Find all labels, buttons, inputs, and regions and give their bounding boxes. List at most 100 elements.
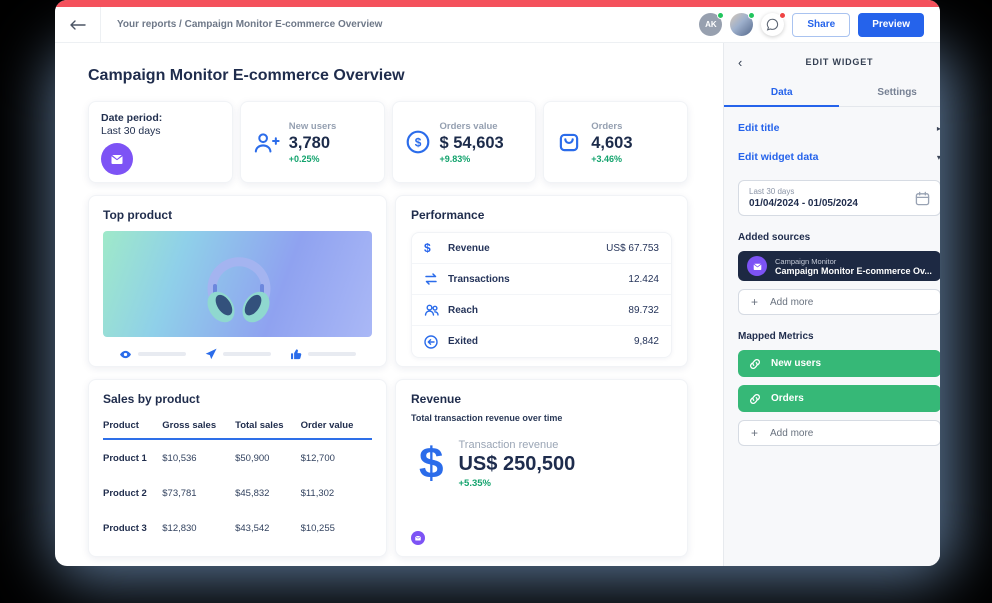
edit-widget-data-row[interactable]: Edit widget data ▾ xyxy=(738,151,940,163)
campaign-monitor-logo xyxy=(414,534,422,542)
panel-title: EDIT WIDGET xyxy=(806,57,874,67)
page-title: Campaign Monitor E-commerce Overview xyxy=(88,67,688,85)
add-more-label: Add more xyxy=(770,428,813,439)
add-more-label: Add more xyxy=(770,297,813,308)
performance-row: Transactions 12.424 xyxy=(412,264,671,295)
stat-card-orders-value[interactable]: $ Orders value $ 54,603 +9.83% xyxy=(392,101,537,183)
shopping-bag-icon xyxy=(556,129,582,155)
card-title: Sales by product xyxy=(103,392,372,406)
stat-card-new-users[interactable]: New users 3,780 +0.25% xyxy=(240,101,385,183)
campaign-monitor-logo-badge xyxy=(411,531,425,545)
metric-label: New users xyxy=(771,358,821,369)
comments-button[interactable] xyxy=(761,13,784,36)
column-header: Gross sales xyxy=(162,411,235,439)
cell-gross-sales: $10,536 xyxy=(162,439,235,475)
online-status-dot xyxy=(717,12,724,19)
panel-tabs: Data Settings xyxy=(724,79,940,107)
performance-row: $ Revenue US$ 67.753 xyxy=(412,233,671,264)
likes-meter xyxy=(290,348,356,360)
cell-product: Product 2 xyxy=(103,475,162,510)
metric-value: 89.732 xyxy=(628,305,659,316)
preview-button[interactable]: Preview xyxy=(858,13,924,37)
stat-delta: +0.25% xyxy=(289,154,337,164)
notification-dot xyxy=(779,12,786,19)
source-name: Campaign Monitor E-commerce Ov... xyxy=(775,266,932,276)
cell-product: Product 3 xyxy=(103,510,162,545)
column-header: Total sales xyxy=(235,411,300,439)
stat-card-orders[interactable]: Orders 4,603 +3.46% xyxy=(543,101,688,183)
metric-value: 12.424 xyxy=(628,274,659,285)
sales-by-product-card[interactable]: Sales by product Product Gross sales Tot… xyxy=(88,379,387,557)
performance-card[interactable]: Performance $ Revenue US$ 67.753 Transac… xyxy=(395,195,688,367)
report-canvas: Campaign Monitor E-commerce Overview Dat… xyxy=(55,43,723,566)
card-title: Performance xyxy=(411,208,672,222)
stat-label: Orders value xyxy=(440,121,504,132)
add-source-button[interactable]: + Add more xyxy=(738,289,940,315)
tab-data[interactable]: Data xyxy=(724,79,839,106)
dollar-icon: $ xyxy=(424,241,444,255)
date-range-value: 01/04/2024 - 01/05/2024 xyxy=(749,198,858,209)
metric-label: Reach xyxy=(448,305,478,316)
transfer-arrows-icon xyxy=(424,272,438,286)
performance-row: Exited 9,842 xyxy=(412,326,671,357)
back-button[interactable] xyxy=(55,7,101,42)
sales-table: Product Gross sales Total sales Order va… xyxy=(103,411,372,545)
chevron-left-icon[interactable]: ‹ xyxy=(738,56,742,69)
breadcrumb[interactable]: Your reports / Campaign Monitor E-commer… xyxy=(117,19,382,30)
tab-settings[interactable]: Settings xyxy=(839,79,940,106)
mapped-metric-new-users[interactable]: New users xyxy=(738,350,940,377)
metric-label: Transactions xyxy=(448,274,510,285)
table-header-row: Product Gross sales Total sales Order va… xyxy=(103,411,372,439)
stat-delta: +3.46% xyxy=(591,154,632,164)
online-status-dot xyxy=(748,12,755,19)
product-engagement-row xyxy=(103,348,372,360)
edit-widget-panel: ‹ EDIT WIDGET Data Settings Edit title ▸… xyxy=(723,43,940,566)
panel-header: ‹ EDIT WIDGET xyxy=(724,47,940,77)
meter-track xyxy=(308,352,356,356)
top-navigation-bar: Your reports / Campaign Monitor E-commer… xyxy=(55,7,940,43)
campaign-monitor-logo xyxy=(109,151,125,167)
user-add-icon xyxy=(253,131,280,154)
meter-track xyxy=(138,352,186,356)
product-image xyxy=(103,231,372,337)
date-preset-label: Last 30 days xyxy=(749,187,858,196)
revenue-card[interactable]: Revenue Total transaction revenue over t… xyxy=(395,379,688,557)
cell-gross-sales: $12,830 xyxy=(162,510,235,545)
avatar-photo[interactable] xyxy=(730,13,753,36)
link-icon xyxy=(749,393,761,405)
source-provider: Campaign Monitor xyxy=(775,257,932,266)
share-button[interactable]: Share xyxy=(792,13,850,37)
metric-label: Revenue xyxy=(448,243,490,254)
edit-title-link[interactable]: Edit title xyxy=(738,122,779,134)
people-icon xyxy=(424,303,439,317)
metric-label: Exited xyxy=(448,336,478,347)
stat-value: 3,780 xyxy=(289,134,337,153)
metric-value: US$ 67.753 xyxy=(606,243,659,254)
table-row: Product 3 $12,830 $43,542 $10,255 xyxy=(103,510,372,545)
calendar-icon xyxy=(915,191,930,206)
edit-title-row[interactable]: Edit title ▸ xyxy=(738,122,940,134)
campaign-monitor-logo-badge xyxy=(101,143,133,175)
performance-list: $ Revenue US$ 67.753 Transactions 12.424… xyxy=(411,232,672,358)
cell-total-sales: $43,542 xyxy=(235,510,300,545)
metric-label: Transaction revenue xyxy=(458,439,575,451)
edit-widget-data-link[interactable]: Edit widget data xyxy=(738,151,819,163)
shares-meter xyxy=(205,348,271,360)
date-range-picker[interactable]: Last 30 days 01/04/2024 - 01/05/2024 xyxy=(738,180,940,216)
eye-icon xyxy=(119,349,132,360)
table-row: Product 2 $73,781 $45,832 $11,302 xyxy=(103,475,372,510)
add-metric-button[interactable]: + Add more xyxy=(738,420,940,446)
chevron-down-icon: ▾ xyxy=(937,153,940,162)
stats-row: Date period: Last 30 days New users 3,78… xyxy=(88,101,688,183)
column-header: Order value xyxy=(301,411,372,439)
top-product-card[interactable]: Top product xyxy=(88,195,387,367)
mapped-metric-orders[interactable]: Orders xyxy=(738,385,940,412)
app-window: Your reports / Campaign Monitor E-commer… xyxy=(55,0,940,566)
metric-value: 9,842 xyxy=(634,336,659,347)
date-period-card[interactable]: Date period: Last 30 days xyxy=(88,101,233,183)
card-subtitle: Total transaction revenue over time xyxy=(411,413,672,423)
source-card[interactable]: Campaign Monitor Campaign Monitor E-comm… xyxy=(738,251,940,281)
cell-order-value: $12,700 xyxy=(301,439,372,475)
avatar-initials[interactable]: AK xyxy=(699,13,722,36)
top-accent-bar xyxy=(55,0,940,7)
